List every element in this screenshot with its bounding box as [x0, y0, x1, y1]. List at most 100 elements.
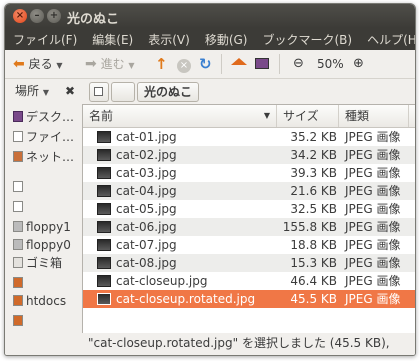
current-folder-button[interactable]: 光のぬこ	[137, 82, 199, 102]
close-sidebar-icon[interactable]: ✖	[65, 82, 75, 100]
file-name: cat-02.jpg	[97, 146, 177, 164]
image-file-icon	[97, 239, 111, 251]
image-file-icon	[97, 167, 111, 179]
stop-button[interactable]: ×	[177, 55, 191, 73]
sort-arrow-icon: ▼	[263, 111, 270, 120]
sidebar-item-drive[interactable]	[13, 177, 26, 197]
file-size: 18.8 KB	[290, 238, 337, 252]
home-icon	[231, 58, 247, 65]
sidebar-item-floppy1[interactable]: floppy1	[13, 217, 71, 237]
menu-edit[interactable]: 編集(E)	[84, 28, 140, 50]
menu-help[interactable]: ヘルプ(H)	[359, 28, 415, 50]
sidebar-item-htdocs[interactable]: htdocs	[13, 291, 66, 311]
menu-go[interactable]: 移動(G)	[197, 28, 255, 50]
reload-icon[interactable]: ↻	[199, 55, 212, 73]
table-row[interactable]: cat-closeup.rotated.jpg 45.5 KB JPEG 画像	[83, 290, 415, 308]
sidebar-item-floppy0[interactable]: floppy0	[13, 235, 71, 255]
menu-view[interactable]: 表示(V)	[140, 28, 197, 50]
sidebar-item-network[interactable]: ネット…	[13, 147, 74, 167]
desktop-icon	[13, 111, 23, 122]
parent-path-button[interactable]	[111, 82, 135, 102]
column-modified[interactable]: 更	[409, 105, 415, 127]
sidebar-item-label: ファイ…	[26, 130, 75, 144]
table-row[interactable]: cat-07.jpg 18.8 KB JPEG 画像	[83, 236, 415, 254]
maximize-window-button[interactable]: +	[47, 9, 61, 23]
file-size: 35.2 KB	[290, 130, 337, 144]
file-size: 39.3 KB	[290, 166, 337, 180]
file-type: JPEG 画像	[345, 184, 401, 198]
close-window-button[interactable]: ×	[13, 9, 27, 23]
table-row[interactable]: cat-06.jpg 155.8 KB JPEG 画像	[83, 218, 415, 236]
file-manager-window: × – + 光のぬこ ファイル(F) 編集(E) 表示(V) 移動(G) ブック…	[4, 3, 416, 356]
forward-arrow-icon: ➡	[85, 56, 97, 72]
file-name: cat-closeup.rotated.jpg	[97, 290, 255, 308]
file-type: JPEG 画像	[345, 238, 401, 252]
back-arrow-icon: ⬅	[13, 56, 25, 72]
computer-button[interactable]	[255, 55, 269, 73]
back-button[interactable]: ⬅ 戻る ▼	[13, 55, 63, 73]
table-row[interactable]: cat-closeup.jpg 46.4 KB JPEG 画像	[83, 272, 415, 290]
places-dropdown-icon: ▼	[42, 88, 49, 97]
column-name[interactable]: 名前 ▼	[83, 105, 277, 127]
file-name: cat-03.jpg	[97, 164, 177, 182]
edit-location-icon	[94, 87, 103, 96]
file-name-text: cat-closeup.rotated.jpg	[116, 292, 256, 306]
menu-bar: ファイル(F) 編集(E) 表示(V) 移動(G) ブックマーク(B) ヘルプ(…	[5, 28, 415, 50]
up-arrow-icon[interactable]: ↑	[155, 55, 168, 73]
image-file-icon	[97, 275, 111, 287]
file-name: cat-06.jpg	[97, 218, 177, 236]
sidebar-item-label: ゴミ箱	[26, 256, 63, 270]
table-row[interactable]: cat-03.jpg 39.3 KB JPEG 画像	[83, 164, 415, 182]
table-row[interactable]: cat-01.jpg 35.2 KB JPEG 画像	[83, 128, 415, 146]
file-type: JPEG 画像	[345, 202, 401, 216]
image-file-icon	[97, 203, 111, 215]
file-name-text: cat-06.jpg	[116, 220, 177, 234]
folder-icon	[13, 315, 23, 326]
table-row[interactable]: cat-05.jpg 32.5 KB JPEG 画像	[83, 200, 415, 218]
sidebar-item-filesystem[interactable]: ファイ…	[13, 127, 74, 147]
column-size[interactable]: サイズ	[277, 105, 339, 127]
location-toggle-button[interactable]	[89, 82, 109, 102]
sidebar-item-desktop[interactable]: デスク…	[13, 107, 74, 127]
forward-button[interactable]: ➡ 進む ▼	[85, 55, 135, 73]
places-selector[interactable]: 場所 ▼	[15, 82, 49, 100]
column-type[interactable]: 種類	[339, 105, 409, 127]
image-file-icon	[97, 221, 111, 233]
floppy-icon	[13, 239, 23, 250]
file-name-text: cat-05.jpg	[116, 202, 177, 216]
folder-icon	[13, 277, 23, 288]
zoom-out-icon[interactable]: ⊖	[293, 55, 304, 73]
file-name-text: cat-02.jpg	[116, 148, 177, 162]
table-row[interactable]: cat-08.jpg 15.3 KB JPEG 画像	[83, 254, 415, 272]
title-bar[interactable]: × – + 光のぬこ	[5, 4, 415, 28]
sidebar-item-bookmark[interactable]	[13, 273, 26, 293]
stop-icon: ×	[177, 59, 191, 73]
table-row[interactable]: cat-02.jpg 34.2 KB JPEG 画像	[83, 146, 415, 164]
file-name-text: cat-08.jpg	[116, 256, 177, 270]
home-button[interactable]	[231, 55, 247, 73]
zoom-in-icon[interactable]: ⊕	[353, 55, 364, 73]
back-label: 戻る	[28, 57, 53, 71]
image-file-icon	[97, 257, 111, 269]
file-name-text: cat-01.jpg	[116, 130, 177, 144]
sidebar-item-drive[interactable]	[13, 197, 26, 217]
sidebar-item-bookmark[interactable]	[13, 311, 26, 331]
minimize-window-button[interactable]: –	[30, 9, 44, 23]
sidebar-item-label: デスク…	[26, 110, 75, 124]
toolbar: ⬅ 戻る ▼ ➡ 進む ▼ ↑ × ↻ ⊖ 50% ⊕	[5, 50, 415, 79]
menu-file[interactable]: ファイル(F)	[5, 28, 84, 50]
sidebar-item-label: floppy1	[26, 220, 71, 234]
forward-dropdown-icon: ▼	[128, 61, 135, 70]
file-size: 32.5 KB	[290, 202, 337, 216]
file-size: 155.8 KB	[282, 220, 337, 234]
back-dropdown-icon: ▼	[56, 61, 63, 70]
file-type: JPEG 画像	[345, 256, 401, 270]
table-row[interactable]: cat-04.jpg 21.6 KB JPEG 画像	[83, 182, 415, 200]
file-name-text: cat-04.jpg	[116, 184, 177, 198]
sidebar-item-label: ネット…	[26, 150, 75, 164]
menu-bookmarks[interactable]: ブックマーク(B)	[254, 28, 359, 50]
sidebar-item-trash[interactable]: ゴミ箱	[13, 253, 62, 273]
drive-icon	[13, 181, 23, 192]
file-name: cat-04.jpg	[97, 182, 177, 200]
window-title: 光のぬこ	[67, 12, 120, 27]
